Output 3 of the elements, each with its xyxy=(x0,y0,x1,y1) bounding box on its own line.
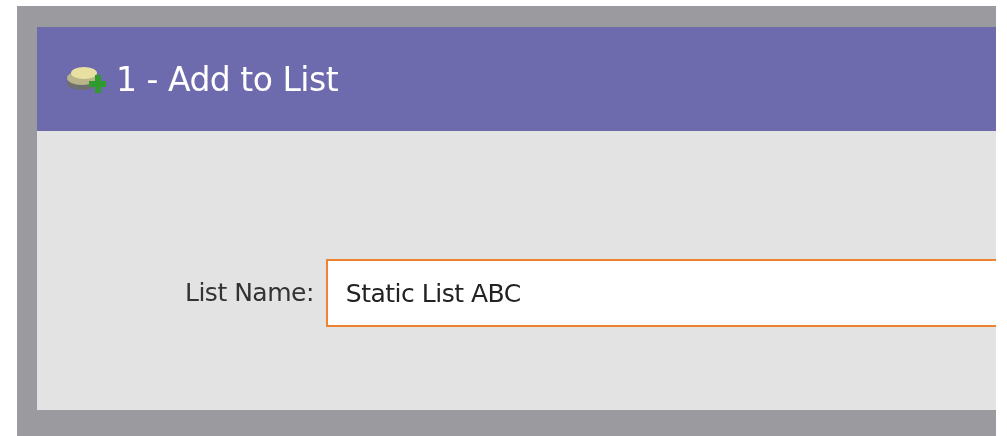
list-name-field[interactable]: Static List ABC xyxy=(325,259,996,327)
panel-title: 1 - Add to List xyxy=(116,59,339,99)
field-label: List Name: xyxy=(185,277,314,309)
